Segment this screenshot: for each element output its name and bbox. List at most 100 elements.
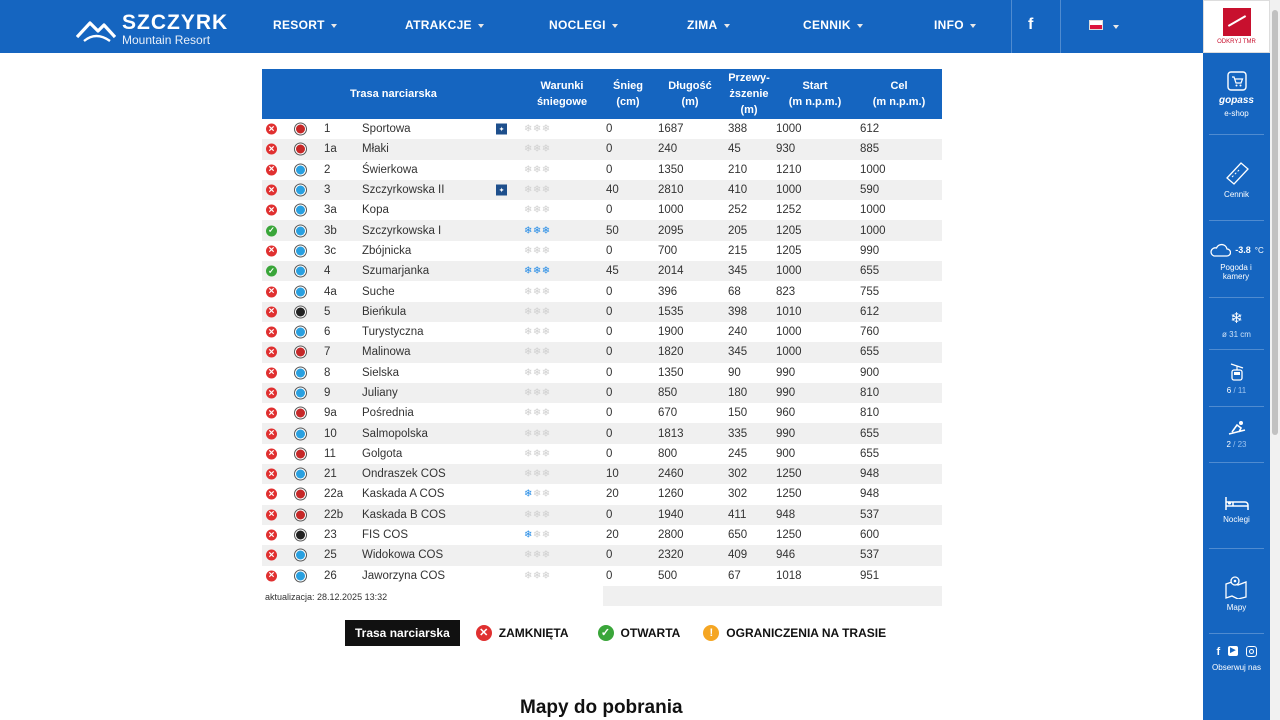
start-elevation: 960 xyxy=(776,407,796,420)
nav-noclegi[interactable]: NOCLEGI xyxy=(549,18,618,32)
start-elevation: 948 xyxy=(776,508,796,521)
legend-restricted-label: OGRANICZENIA NA TRASIE xyxy=(726,626,887,640)
tmr-brand[interactable]: ODKRYJ TMR xyxy=(1203,0,1270,53)
elevation-drop: 240 xyxy=(728,326,748,339)
nav-resort[interactable]: RESORT xyxy=(273,18,337,32)
sidebar-divider xyxy=(1209,134,1264,135)
snowflake-icon: ❄ xyxy=(541,123,551,135)
snow-conditions: ❄❄❄ xyxy=(524,388,551,399)
length-m: 2014 xyxy=(658,265,684,278)
snowflake-icon: ❄ xyxy=(541,509,551,521)
difficulty-blue-icon xyxy=(294,244,307,258)
sidebar-lifts[interactable]: 6 / 11 xyxy=(1203,362,1270,395)
length-m: 800 xyxy=(658,447,678,460)
elevation-drop: 410 xyxy=(728,184,748,197)
difficulty-blue-icon xyxy=(294,386,307,400)
instagram-icon[interactable] xyxy=(1245,646,1257,657)
snowflake-icon: ❄ xyxy=(541,468,551,480)
facebook-icon[interactable]: f xyxy=(1028,16,1033,34)
end-elevation: 990 xyxy=(860,244,880,257)
snow-cm: 0 xyxy=(606,305,613,318)
nav-cennik[interactable]: CENNIK xyxy=(803,18,863,32)
snowflake-icon: ❄ xyxy=(541,367,551,379)
end-elevation: 1000 xyxy=(860,204,886,217)
snow-cm: 0 xyxy=(606,326,613,339)
snowflake-icon: ❄ xyxy=(541,549,551,561)
snowflake-icon: ❄ xyxy=(532,488,542,500)
sidebar-slopes[interactable]: 2 / 23 xyxy=(1203,420,1270,449)
elevation-drop: 245 xyxy=(728,447,748,460)
chevron-down-icon[interactable] xyxy=(1113,25,1119,29)
snow-cm: 0 xyxy=(606,387,613,399)
sidebar-noclegi[interactable]: Noclegi xyxy=(1203,495,1270,524)
snowflake-icon: ❄ xyxy=(524,468,533,480)
snow-conditions: ❄❄❄ xyxy=(524,448,551,459)
nav-info[interactable]: INFO xyxy=(934,18,976,32)
trail-name: Kaskada B COS xyxy=(362,508,446,521)
sidebar-mapy[interactable]: Mapy xyxy=(1203,575,1270,612)
snow-cm: 20 xyxy=(606,529,619,542)
end-elevation: 1000 xyxy=(860,224,886,237)
closed-icon: ✕ xyxy=(266,488,277,500)
update-timestamp: aktualizacja: 28.12.2025 13:32 xyxy=(265,591,388,602)
snowflake-icon: ❄ xyxy=(524,529,533,541)
trail-number: 21 xyxy=(324,468,337,481)
sidebar-snow[interactable]: ❄ ø 31 cm xyxy=(1203,311,1270,339)
ticket-icon xyxy=(1225,162,1249,185)
closed-icon: ✕ xyxy=(266,387,277,399)
brand-title: SZCZYRK xyxy=(122,11,229,34)
trail-name: Ondraszek COS xyxy=(362,468,446,481)
end-elevation: 600 xyxy=(860,529,880,542)
snowflake-icon: ❄ xyxy=(532,225,542,237)
trail-name: Kaskada A COS xyxy=(362,488,445,501)
tmr-logo-icon xyxy=(1223,8,1251,36)
closed-icon: ✕ xyxy=(266,143,277,155)
sidebar-weather[interactable]: -3.8 °C Pogoda i kamery xyxy=(1203,243,1270,281)
start-elevation: 1010 xyxy=(776,305,802,318)
eshop-label: e-shop xyxy=(1224,109,1249,118)
page-scrollbar[interactable] xyxy=(1270,0,1280,720)
youtube-icon[interactable]: ▶ xyxy=(1228,646,1238,656)
snowflake-icon: ❄ xyxy=(541,265,551,277)
trail-number: 3b xyxy=(324,224,337,237)
night-skiing-icon: ✦ xyxy=(496,184,507,196)
scrollbar-thumb[interactable] xyxy=(1272,10,1278,435)
table-row: ✕ 26 Jaworzyna COS ❄❄❄ 0 500 67 1018 951 xyxy=(262,566,942,586)
closed-icon: ✕ xyxy=(266,164,277,176)
elevation-drop: 210 xyxy=(728,163,748,176)
temperature-value: -3.8 xyxy=(1235,245,1251,255)
snowflake-icon: ❄ xyxy=(524,488,533,500)
gopass-eshop[interactable]: gopass e-shop xyxy=(1203,71,1270,118)
snowflake-icon: ❄ xyxy=(541,488,551,500)
difficulty-red-icon xyxy=(294,406,307,420)
nav-atrakcje[interactable]: ATRAKCJE xyxy=(405,18,484,32)
snowflake-icon: ❄ xyxy=(524,428,533,440)
start-elevation: 946 xyxy=(776,549,796,562)
snowflake-icon: ❄ xyxy=(541,286,551,298)
snow-conditions: ❄❄❄ xyxy=(524,347,551,358)
table-row: ✕ 25 Widokowa COS ❄❄❄ 0 2320 409 946 537 xyxy=(262,545,942,566)
temperature-unit: °C xyxy=(1254,245,1264,255)
snow-cm: 0 xyxy=(606,346,613,359)
snowflake-icon: ❄ xyxy=(532,367,542,379)
header-end-line1: Cel xyxy=(890,80,908,92)
header-trail: Trasa narciarska xyxy=(350,88,437,100)
elevation-drop: 345 xyxy=(728,346,748,359)
resort-logo[interactable]: SZCZYRK Mountain Resort xyxy=(76,12,228,46)
chevron-down-icon xyxy=(611,23,618,28)
end-elevation: 537 xyxy=(860,549,880,562)
sidebar-cennik[interactable]: Cennik xyxy=(1203,160,1270,199)
bed-icon xyxy=(1224,497,1249,510)
trail-name: Świerkowa xyxy=(362,163,418,176)
end-elevation: 810 xyxy=(860,387,880,399)
snow-conditions: ❄❄❄ xyxy=(524,550,551,561)
length-m: 700 xyxy=(658,244,678,257)
snowflake-icon: ❄ xyxy=(541,407,551,419)
start-elevation: 990 xyxy=(776,427,796,440)
end-elevation: 537 xyxy=(860,508,880,521)
nav-zima[interactable]: ZIMA xyxy=(687,18,730,32)
polish-flag-icon[interactable] xyxy=(1089,20,1103,30)
start-elevation: 900 xyxy=(776,447,796,460)
facebook-icon[interactable]: f xyxy=(1216,646,1220,658)
elevation-drop: 302 xyxy=(728,488,748,501)
